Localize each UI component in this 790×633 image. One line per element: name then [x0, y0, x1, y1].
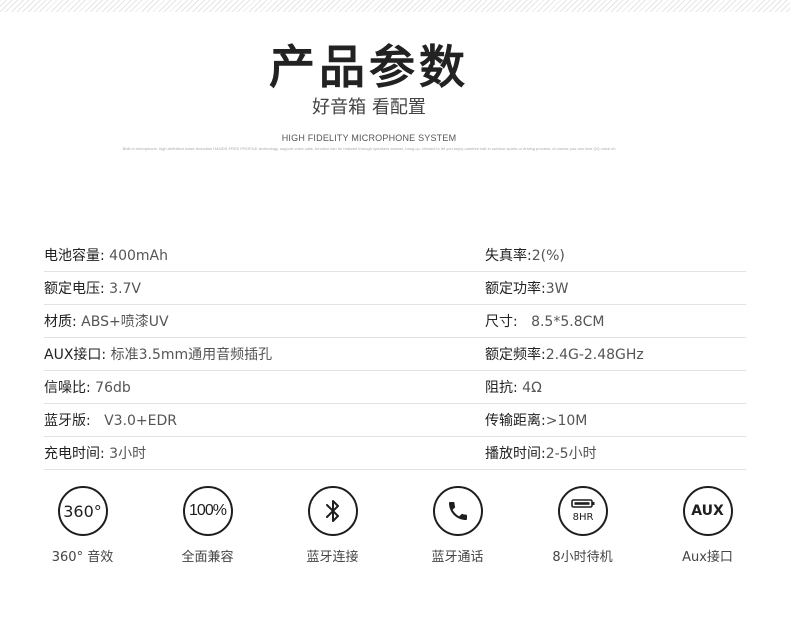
spec-label: 充电时间: [44, 446, 105, 462]
spec-value: >10M [545, 413, 588, 429]
spec-value: 4Ω [522, 380, 542, 396]
percent-100-icon: 100% [182, 486, 233, 536]
spec-row: AUX接口: 标准3.5mm通用音频插孔 额定频率:2.4G-2.48GHz [44, 338, 746, 371]
spec-label: 蓝牙版: [44, 413, 91, 429]
spec-value: 400mAh [109, 248, 168, 264]
spec-cell: 失真率:2(%) [485, 245, 746, 265]
spec-value: 3W [545, 281, 569, 297]
bluetooth-icon [307, 486, 358, 536]
feature-item: 8HR 8小时待机 [520, 486, 645, 565]
spec-value: 标准3.5mm通用音频插孔 [110, 347, 273, 363]
spec-value: 2.4G-2.48GHz [545, 347, 644, 363]
spec-cell: 蓝牙版: V3.0+EDR [44, 410, 485, 430]
battery-8hr-icon: 8HR [557, 486, 608, 536]
spec-cell: 阻抗: 4Ω [485, 377, 746, 397]
360-icon-text: 360° [63, 501, 102, 521]
spec-value: ABS+喷漆UV [81, 314, 169, 330]
feature-label: 360° 音效 [51, 550, 114, 565]
spec-cell: 电池容量: 400mAh [44, 245, 485, 265]
english-title: HIGH FIDELITY MICROPHONE SYSTEM [281, 133, 457, 143]
spec-cell: 充电时间: 3小时 [44, 443, 485, 463]
spec-value: 3小时 [109, 446, 147, 462]
spec-value: 2-5小时 [545, 446, 597, 462]
spec-cell: 尺寸: 8.5*5.8CM [485, 311, 746, 331]
spec-value: 2(%) [531, 248, 565, 264]
spec-value: 76db [95, 380, 131, 396]
spec-label: 额定电压: [44, 281, 105, 297]
page-subtitle: 好音箱 看配置 [312, 97, 426, 118]
spec-cell: 材质: ABS+喷漆UV [44, 311, 485, 331]
percent-100-icon-text: 100% [189, 502, 227, 519]
spec-label: 阻抗: [485, 380, 518, 396]
feature-item: 蓝牙通话 [395, 486, 520, 565]
spec-cell: 信噪比: 76db [44, 377, 485, 397]
aux-icon: AUX [682, 486, 733, 536]
spec-label: 尺寸: [485, 314, 518, 330]
feature-label: 蓝牙连接 [306, 550, 359, 565]
spec-label: 播放时间: [485, 446, 546, 462]
spec-value: 3.7V [109, 281, 142, 297]
page-title: 产品参数 [269, 40, 469, 94]
spec-row: 充电时间: 3小时 播放时间:2-5小时 [44, 437, 746, 470]
spec-row: 电池容量: 400mAh 失真率:2(%) [44, 239, 746, 272]
fine-print: Built-in microphone, high-definition noi… [122, 146, 616, 151]
spec-label: AUX接口: [44, 347, 107, 363]
spec-row: 蓝牙版: V3.0+EDR 传输距离:>10M [44, 404, 746, 437]
spec-value: 8.5*5.8CM [531, 314, 605, 330]
feature-item: AUX Aux接口 [645, 486, 770, 565]
spec-cell: 额定功率:3W [485, 278, 746, 298]
spec-cell: 传输距离:>10M [485, 410, 746, 430]
feature-item: 蓝牙连接 [270, 486, 395, 565]
feature-label: 蓝牙通话 [431, 550, 484, 565]
spec-cell: AUX接口: 标准3.5mm通用音频插孔 [44, 344, 485, 364]
feature-icons-row: 360° 360° 音效 100% 全面兼容 蓝牙连接 蓝牙通话 8HR 8小时… [20, 486, 770, 565]
spec-row: 额定电压: 3.7V 额定功率:3W [44, 272, 746, 305]
feature-label: 全面兼容 [181, 550, 234, 565]
spec-value: V3.0+EDR [104, 413, 178, 429]
aux-icon-text: AUX [691, 503, 724, 519]
spec-label: 传输距离: [485, 413, 546, 429]
spec-label: 信噪比: [44, 380, 91, 396]
spec-table: 电池容量: 400mAh 失真率:2(%) 额定电压: 3.7V 额定功率:3W… [44, 239, 746, 470]
feature-label: 8小时待机 [552, 550, 613, 565]
feature-item: 100% 全面兼容 [145, 486, 270, 565]
battery-8hr-text: 8HR [572, 512, 593, 523]
top-hatch-border [0, 0, 790, 12]
feature-label: Aux接口 [682, 550, 733, 565]
phone-icon [432, 486, 483, 536]
spec-label: 材质: [44, 314, 77, 330]
spec-row: 信噪比: 76db 阻抗: 4Ω [44, 371, 746, 404]
spec-cell: 额定频率:2.4G-2.48GHz [485, 344, 746, 364]
spec-label: 额定频率: [485, 347, 546, 363]
spec-cell: 额定电压: 3.7V [44, 278, 485, 298]
spec-label: 失真率: [485, 248, 532, 264]
hero-header: 产品参数 好音箱 看配置 HIGH FIDELITY MICROPHONE SY… [0, 38, 738, 152]
spec-label: 电池容量: [44, 248, 105, 264]
360-icon: 360° [57, 486, 108, 536]
feature-item: 360° 360° 音效 [20, 486, 145, 565]
spec-row: 材质: ABS+喷漆UV 尺寸: 8.5*5.8CM [44, 305, 746, 338]
spec-label: 额定功率: [485, 281, 546, 297]
spec-cell: 播放时间:2-5小时 [485, 443, 746, 463]
